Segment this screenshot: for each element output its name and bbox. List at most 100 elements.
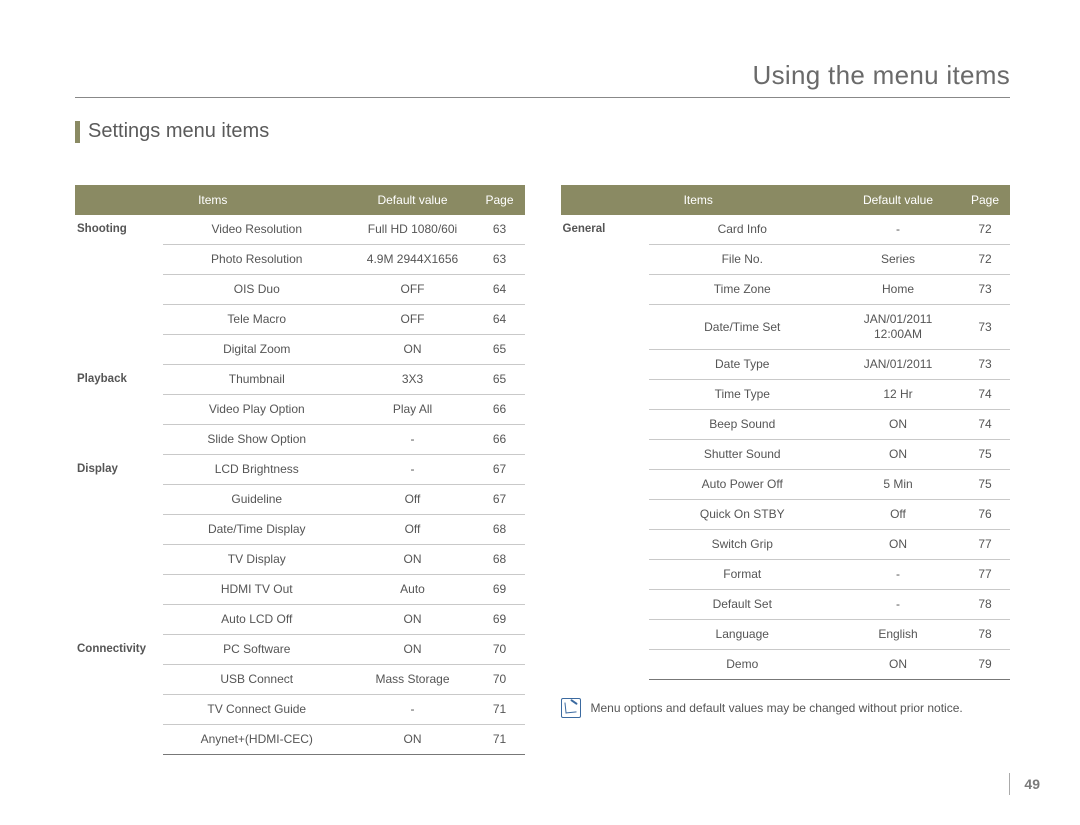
th-items: Items — [561, 186, 837, 215]
default-cell: 4.9M 2944X1656 — [351, 245, 475, 275]
item-cell: Slide Show Option — [163, 425, 351, 455]
item-cell: Auto Power Off — [649, 470, 837, 500]
th-items: Items — [75, 186, 351, 215]
item-cell: Demo — [649, 650, 837, 680]
page-cell: 73 — [960, 305, 1010, 350]
default-cell: - — [836, 215, 960, 245]
page-cell: 63 — [475, 215, 525, 245]
default-cell: Full HD 1080/60i — [351, 215, 475, 245]
item-cell: Default Set — [649, 590, 837, 620]
item-cell: Guideline — [163, 485, 351, 515]
left-column: Items Default value Page ShootingVideo R… — [75, 185, 525, 755]
default-cell: Off — [836, 500, 960, 530]
default-cell: Mass Storage — [351, 665, 475, 695]
item-cell: PC Software — [163, 635, 351, 665]
item-cell: Time Type — [649, 380, 837, 410]
default-cell: English — [836, 620, 960, 650]
section-heading: Settings menu items — [75, 120, 1010, 143]
page-cell: 69 — [475, 605, 525, 635]
category-cell: General — [561, 215, 649, 680]
settings-table-right: Items Default value Page GeneralCard Inf… — [561, 185, 1011, 680]
page-cell: 74 — [960, 410, 1010, 440]
page-cell: 74 — [960, 380, 1010, 410]
default-cell: - — [351, 695, 475, 725]
table-row: GeneralCard Info-72 — [561, 215, 1011, 245]
item-cell: Digital Zoom — [163, 335, 351, 365]
default-cell: ON — [836, 410, 960, 440]
default-cell: JAN/01/2011 — [836, 350, 960, 380]
default-cell: - — [351, 455, 475, 485]
item-cell: OIS Duo — [163, 275, 351, 305]
item-cell: Time Zone — [649, 275, 837, 305]
item-cell: Date Type — [649, 350, 837, 380]
page-cell: 64 — [475, 275, 525, 305]
item-cell: Photo Resolution — [163, 245, 351, 275]
default-cell: 5 Min — [836, 470, 960, 500]
right-column: Items Default value Page GeneralCard Inf… — [561, 185, 1011, 755]
page-title: Using the menu items — [75, 60, 1010, 91]
item-cell: LCD Brightness — [163, 455, 351, 485]
page-cell: 71 — [475, 725, 525, 755]
default-cell: ON — [836, 650, 960, 680]
item-cell: TV Connect Guide — [163, 695, 351, 725]
page-cell: 75 — [960, 440, 1010, 470]
note-text: Menu options and default values may be c… — [591, 701, 963, 715]
default-cell: OFF — [351, 275, 475, 305]
th-default: Default value — [836, 186, 960, 215]
item-cell: Video Resolution — [163, 215, 351, 245]
default-cell: JAN/01/201112:00AM — [836, 305, 960, 350]
default-cell: Off — [351, 515, 475, 545]
page-cell: 79 — [960, 650, 1010, 680]
page-cell: 70 — [475, 635, 525, 665]
page-cell: 66 — [475, 395, 525, 425]
category-cell: Playback — [75, 365, 163, 455]
item-cell: Card Info — [649, 215, 837, 245]
page-cell: 73 — [960, 350, 1010, 380]
page-cell: 71 — [475, 695, 525, 725]
default-cell: Play All — [351, 395, 475, 425]
page-cell: 65 — [475, 365, 525, 395]
item-cell: Auto LCD Off — [163, 605, 351, 635]
page-cell: 67 — [475, 485, 525, 515]
default-cell: - — [351, 425, 475, 455]
item-cell: Tele Macro — [163, 305, 351, 335]
item-cell: Beep Sound — [649, 410, 837, 440]
default-cell: ON — [836, 440, 960, 470]
table-row: ConnectivityPC SoftwareON70 — [75, 635, 525, 665]
item-cell: Shutter Sound — [649, 440, 837, 470]
page-cell: 77 — [960, 530, 1010, 560]
note-row: Menu options and default values may be c… — [561, 698, 1011, 718]
default-cell: ON — [351, 605, 475, 635]
page-cell: 63 — [475, 245, 525, 275]
default-cell: OFF — [351, 305, 475, 335]
item-cell: Thumbnail — [163, 365, 351, 395]
table-row: ShootingVideo ResolutionFull HD 1080/60i… — [75, 215, 525, 245]
page-cell: 70 — [475, 665, 525, 695]
category-cell: Shooting — [75, 215, 163, 365]
category-cell: Display — [75, 455, 163, 635]
default-cell: ON — [351, 335, 475, 365]
section-title: Settings menu items — [88, 120, 269, 143]
page-cell: 65 — [475, 335, 525, 365]
item-cell: USB Connect — [163, 665, 351, 695]
default-cell: Home — [836, 275, 960, 305]
item-cell: Anynet+(HDMI-CEC) — [163, 725, 351, 755]
default-cell: ON — [351, 635, 475, 665]
default-cell: Series — [836, 245, 960, 275]
page-cell: 69 — [475, 575, 525, 605]
table-row: PlaybackThumbnail3X365 — [75, 365, 525, 395]
category-cell: Connectivity — [75, 635, 163, 755]
table-row: DisplayLCD Brightness-67 — [75, 455, 525, 485]
default-cell: 12 Hr — [836, 380, 960, 410]
item-cell: Quick On STBY — [649, 500, 837, 530]
default-cell: ON — [351, 725, 475, 755]
default-cell: - — [836, 590, 960, 620]
page-cell: 78 — [960, 590, 1010, 620]
page-number: 49 — [1009, 773, 1040, 795]
item-cell: File No. — [649, 245, 837, 275]
section-bar-icon — [75, 121, 80, 143]
page-cell: 67 — [475, 455, 525, 485]
page-cell: 66 — [475, 425, 525, 455]
default-cell: ON — [836, 530, 960, 560]
item-cell: Format — [649, 560, 837, 590]
